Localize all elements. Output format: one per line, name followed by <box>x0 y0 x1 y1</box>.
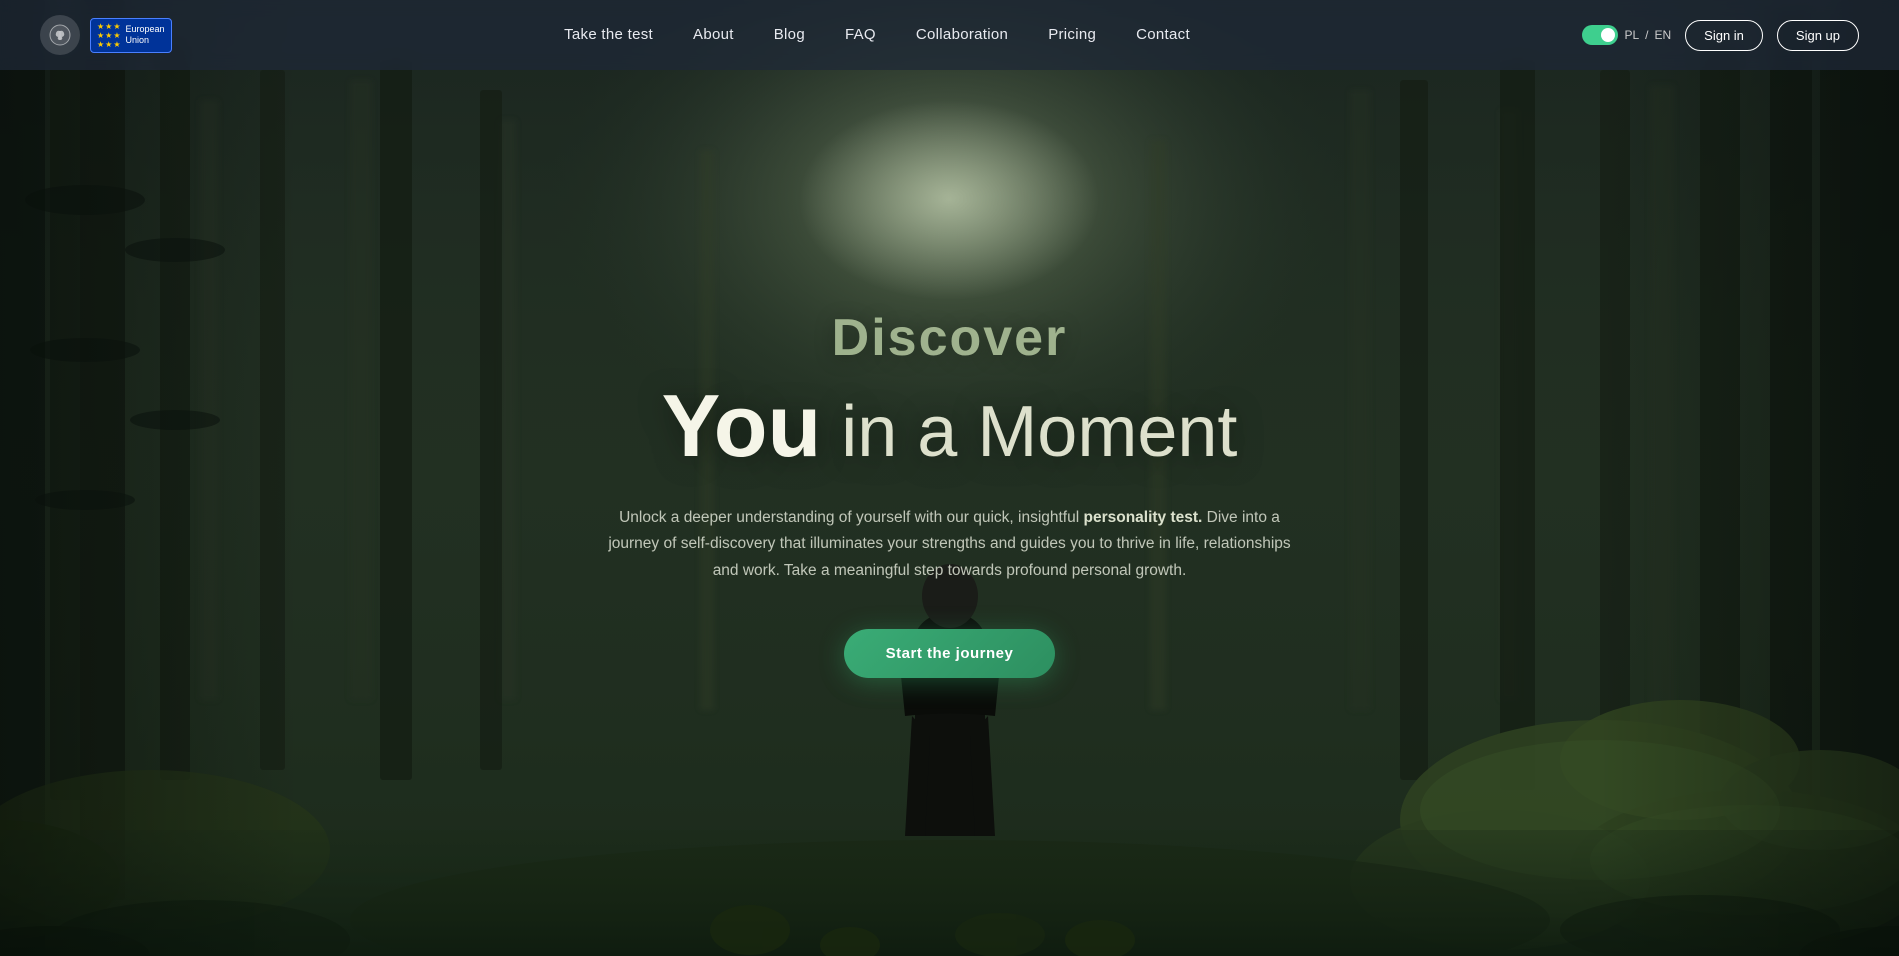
hero-desc-normal: Unlock a deeper understanding of yoursel… <box>619 509 1083 526</box>
signup-button[interactable]: Sign up <box>1777 20 1859 51</box>
eu-flag-icon: ★★★★★★★★★ <box>97 22 122 49</box>
start-journey-button[interactable]: Start the journey <box>844 629 1056 678</box>
hero-section: Discover You in a Moment Unlock a deeper… <box>0 0 1899 956</box>
nav-item-faq[interactable]: FAQ <box>845 26 876 44</box>
language-toggle[interactable]: PL / EN <box>1582 25 1671 45</box>
eu-text: European Union <box>126 24 165 46</box>
nav-item-contact[interactable]: Contact <box>1136 26 1190 44</box>
logo[interactable]: ★★★★★★★★★ European Union <box>40 15 172 55</box>
nav-link-take-test[interactable]: Take the test <box>564 26 653 43</box>
nav-item-blog[interactable]: Blog <box>774 26 805 44</box>
nav-link-collaboration[interactable]: Collaboration <box>916 26 1008 43</box>
eu-logo: ★★★★★★★★★ European Union <box>90 18 172 53</box>
lang-pl: PL <box>1624 28 1639 42</box>
nav-item-pricing[interactable]: Pricing <box>1048 26 1096 44</box>
hero-title-you: You <box>662 376 822 475</box>
nav-link-pricing[interactable]: Pricing <box>1048 26 1096 43</box>
signin-button[interactable]: Sign in <box>1685 20 1763 51</box>
hero-title-rest: in a Moment <box>821 392 1237 472</box>
hero-discover-text: Discover <box>832 308 1068 368</box>
navbar: ★★★★★★★★★ European Union Take the test A… <box>0 0 1899 70</box>
nav-right: PL / EN Sign in Sign up <box>1582 20 1859 51</box>
lang-switch[interactable] <box>1582 25 1618 45</box>
nav-item-about[interactable]: About <box>693 26 734 44</box>
nav-link-faq[interactable]: FAQ <box>845 26 876 43</box>
hero-description: Unlock a deeper understanding of yoursel… <box>605 505 1295 584</box>
brand-logo-icon <box>40 15 80 55</box>
nav-item-collaboration[interactable]: Collaboration <box>916 26 1008 44</box>
hero-title: You in a Moment <box>662 378 1238 475</box>
nav-links: Take the test About Blog FAQ Collaborati… <box>564 26 1190 44</box>
nav-link-blog[interactable]: Blog <box>774 26 805 43</box>
nav-link-contact[interactable]: Contact <box>1136 26 1190 43</box>
lang-switch-knob <box>1601 28 1615 42</box>
nav-item-take-test[interactable]: Take the test <box>564 26 653 44</box>
lang-en: EN <box>1654 28 1671 42</box>
hero-desc-bold: personality test. <box>1083 509 1202 526</box>
nav-link-about[interactable]: About <box>693 26 734 43</box>
lang-separator: / <box>1645 28 1648 42</box>
hero-content: Discover You in a Moment Unlock a deeper… <box>0 0 1899 956</box>
